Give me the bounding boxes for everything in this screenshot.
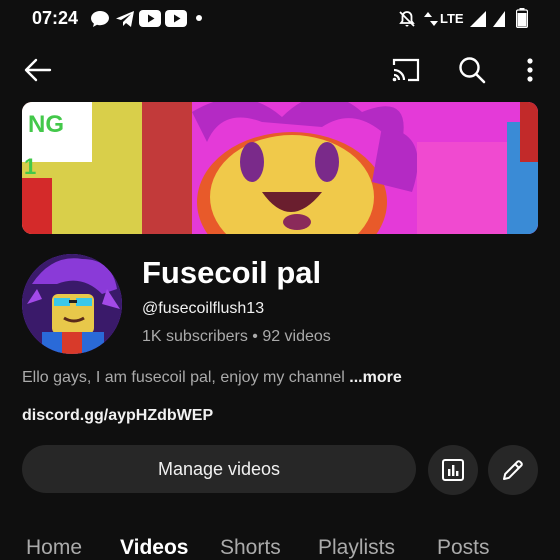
description-more-link[interactable]: ...more [349, 369, 401, 386]
pencil-icon [503, 460, 523, 480]
analytics-button[interactable] [428, 445, 478, 495]
status-time: 07:24 [32, 8, 79, 28]
edit-channel-button[interactable] [488, 445, 538, 495]
network-type-label: LTE [440, 11, 464, 26]
search-button[interactable] [454, 52, 490, 88]
telegram-notification-icon [115, 10, 135, 33]
channel-avatar[interactable] [22, 254, 122, 354]
channel-description[interactable]: Ello gays, I am fusecoil pal, enjoy my c… [22, 369, 402, 387]
banner-text-1: 1 [24, 154, 36, 179]
tab-shorts[interactable]: Shorts [220, 536, 281, 560]
cast-button[interactable] [388, 52, 424, 88]
channel-name: Fusecoil pal [142, 255, 322, 290]
signal-2-icon [492, 10, 506, 33]
back-button[interactable] [20, 52, 56, 88]
channel-handle: @fusecoilflush13 [142, 300, 265, 317]
banner-text-ng: NG [28, 111, 64, 138]
tab-videos[interactable]: Videos [120, 536, 188, 560]
analytics-icon [442, 459, 464, 481]
manage-videos-label: Manage videos [157, 458, 281, 479]
search-icon [459, 57, 486, 84]
manage-videos-button[interactable]: Manage videos [22, 445, 416, 493]
data-arrows-icon [424, 10, 438, 33]
battery-icon [515, 8, 529, 33]
more-options-button[interactable] [512, 52, 548, 88]
chat-notification-icon [90, 10, 110, 33]
signal-icon [468, 10, 488, 33]
channel-link[interactable]: discord.gg/aypHZdbWEP [22, 407, 213, 425]
cast-icon [392, 58, 420, 82]
tab-playlists[interactable]: Playlists [318, 536, 395, 560]
channel-stats: 1K subscribers • 92 videos [142, 328, 331, 345]
more-vert-icon [527, 58, 533, 82]
mute-bell-icon [398, 10, 416, 33]
youtube-notification-icon [139, 10, 161, 32]
arrow-left-icon [24, 58, 52, 82]
banner-artwork: NG 1 [22, 102, 538, 234]
channel-banner: NG 1 [22, 102, 538, 234]
youtube-notification-icon-2 [165, 10, 187, 32]
more-notifications-dot-icon [196, 15, 202, 21]
tab-home[interactable]: Home [26, 536, 82, 560]
avatar-artwork [22, 254, 122, 354]
description-text: Ello gays, I am fusecoil pal, enjoy my c… [22, 369, 350, 386]
tab-posts[interactable]: Posts [437, 536, 490, 560]
